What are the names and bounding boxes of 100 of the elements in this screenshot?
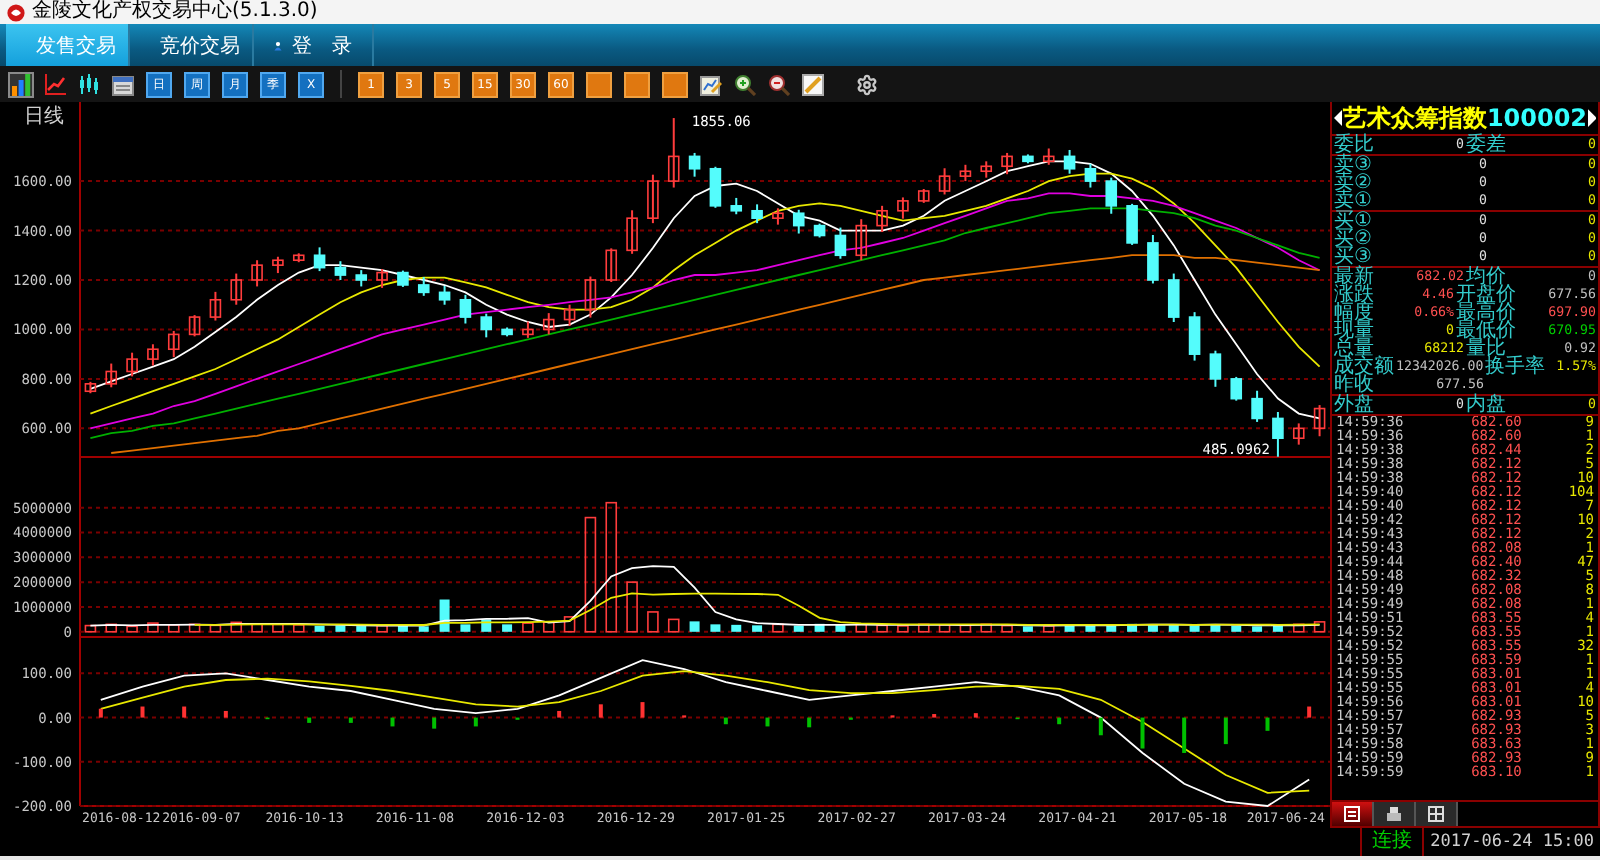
minute-button[interactable] <box>624 71 650 97</box>
bar-chart-icon[interactable] <box>8 71 34 97</box>
candlestick <box>1147 234 1159 285</box>
right-arrow-icon[interactable] <box>1587 108 1596 128</box>
candlestick <box>667 117 680 189</box>
bar <box>752 625 763 632</box>
quote-label: 委差 <box>1466 136 1506 154</box>
bar <box>418 626 429 632</box>
bar <box>640 702 645 718</box>
bar <box>807 717 812 728</box>
candlestick <box>1251 389 1263 423</box>
candlestick <box>1188 311 1201 362</box>
candlestick <box>105 362 118 389</box>
bar <box>897 625 909 633</box>
calendar-icon[interactable] <box>110 71 136 97</box>
index-code: 100002 <box>1486 104 1588 132</box>
candlestick-icon[interactable] <box>76 71 102 97</box>
bar <box>772 623 784 633</box>
candlestick <box>688 151 701 178</box>
candlestick <box>1167 272 1180 324</box>
candlestick <box>584 275 597 319</box>
candlestick <box>313 246 326 273</box>
bar <box>647 611 659 633</box>
stack-icon <box>1386 806 1402 822</box>
bar <box>140 706 145 718</box>
quote-label: 总量 <box>1334 340 1374 358</box>
candlestick <box>376 268 388 289</box>
candlestick <box>230 272 243 306</box>
bar <box>584 516 597 633</box>
bar <box>1223 717 1228 745</box>
candlestick <box>897 196 909 220</box>
candlestick <box>147 343 159 367</box>
candlestick <box>626 209 638 255</box>
bar <box>522 622 534 633</box>
quote-label: 涨跌 <box>1334 286 1374 304</box>
bar <box>1042 625 1055 633</box>
bar <box>557 710 562 718</box>
bar <box>167 624 180 633</box>
quote-label: 昨收 <box>1334 376 1374 394</box>
quote-label: 量比 <box>1466 340 1506 358</box>
settings-icon[interactable] <box>854 71 880 97</box>
bar <box>1292 623 1305 633</box>
bar <box>542 621 555 633</box>
bar <box>223 710 228 718</box>
list-icon <box>1344 806 1360 822</box>
bar <box>626 581 638 633</box>
zoom-in-icon[interactable] <box>732 71 758 97</box>
bar <box>1182 717 1187 753</box>
candlestick <box>1292 422 1305 446</box>
minute-button[interactable] <box>586 71 612 97</box>
candlestick <box>792 208 805 235</box>
quote-label: 成交额 <box>1334 358 1394 376</box>
bar <box>1231 625 1242 632</box>
candlestick <box>938 167 951 196</box>
pencil-icon[interactable] <box>800 71 826 97</box>
candlestick <box>334 260 347 281</box>
bar <box>292 624 305 633</box>
candlestick <box>542 312 555 336</box>
candlestick <box>417 276 430 297</box>
bar <box>1168 624 1179 632</box>
bar <box>502 624 513 632</box>
zoom-out-icon[interactable] <box>766 71 792 97</box>
index-name: 艺术众筹指数 <box>1342 101 1487 133</box>
chart-title: 日线 <box>24 106 64 128</box>
grid-icon <box>1428 806 1444 822</box>
bar <box>917 623 930 633</box>
panel-tab[interactable] <box>1416 802 1458 826</box>
candlestick <box>1313 404 1326 438</box>
quote-label: 现量 <box>1334 322 1374 340</box>
bar <box>230 621 243 633</box>
panel-tab[interactable] <box>1332 802 1374 826</box>
bar <box>390 717 395 727</box>
minute-button[interactable] <box>662 71 688 97</box>
candlestick <box>1084 162 1097 189</box>
quote-label: 委比 <box>1334 136 1374 154</box>
panel-tab[interactable] <box>1374 802 1416 826</box>
chart-pencil-icon[interactable] <box>698 71 724 97</box>
left-arrow-icon[interactable] <box>1334 108 1343 128</box>
quote-label: 买② <box>1334 230 1374 248</box>
candlestick <box>251 259 263 288</box>
status-datetime: 2017-06-24 15:00 <box>1428 830 1596 856</box>
bar <box>793 625 804 632</box>
quote-label: 外盘 <box>1334 396 1374 414</box>
bar <box>1252 626 1263 632</box>
quote-label: 均价 <box>1466 268 1506 286</box>
bar <box>1307 706 1312 718</box>
candlestick <box>1001 151 1013 176</box>
line-chart-icon[interactable] <box>42 71 68 97</box>
candlestick <box>751 203 763 225</box>
bar <box>147 622 159 633</box>
candlestick <box>188 314 201 338</box>
candlestick <box>1105 176 1118 215</box>
bar <box>348 717 353 723</box>
bar <box>765 717 770 727</box>
quote-label: 最高价 <box>1456 304 1516 322</box>
quote-label: 买① <box>1334 212 1374 230</box>
candlestick <box>167 329 180 359</box>
bar <box>1313 621 1326 633</box>
candlestick <box>834 226 847 260</box>
candlestick <box>209 290 222 322</box>
